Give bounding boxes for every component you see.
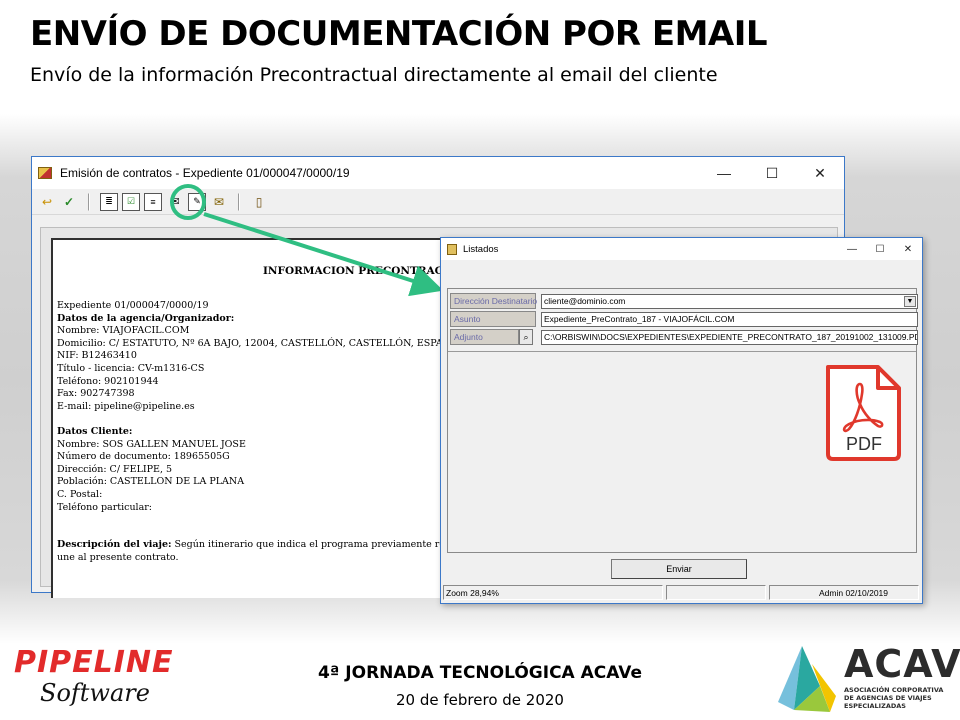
document-line: Nombre: SOS GALLEN MANUEL JOSE <box>57 438 246 450</box>
toolbar-separator <box>88 192 90 211</box>
destinatario-select[interactable]: cliente@dominio.com ▼ <box>541 293 918 309</box>
acave-subtitle: ASOCIACIÓN CORPORATIVA DE AGENCIAS DE VI… <box>844 686 943 710</box>
zoom-status: Zoom 28,94% <box>443 585 663 600</box>
slide-title: ENVÍO DE DOCUMENTACIÓN POR EMAIL <box>30 14 768 54</box>
listados-dialog: Listados — ☐ ✕ Dirección Destinatario cl… <box>440 237 923 604</box>
document-line: Descripción del viaje: Según itinerario … <box>57 539 471 552</box>
document-line: Nombre: VIAJOFACIL.COM <box>57 325 190 337</box>
document-line: Expediente 01/000047/0000/19 <box>57 300 209 311</box>
close-button[interactable]: ✕ <box>796 158 844 188</box>
dialog-minimize-button[interactable]: — <box>838 239 866 259</box>
acave-sub-line: DE AGENCIAS DE VIAJES <box>844 694 932 702</box>
acave-logo: ACAVE ASOCIACIÓN CORPORATIVA DE AGENCIAS… <box>772 640 960 718</box>
chevron-down-icon[interactable]: ▼ <box>904 295 916 307</box>
toolbar: ↩ ✓ ≣ ☑ ≡ ✉ ✎ ✉ ▯ <box>32 189 844 215</box>
descripcion-label: Descripción del viaje: <box>57 539 172 551</box>
document-line: Datos de la agencia/Organizador: <box>57 312 235 324</box>
document-line: C. Postal: <box>57 488 103 500</box>
highlight-circle <box>170 184 206 220</box>
document-line: Domicilio: C/ ESTATUTO, Nº 6A BAJO, 1200… <box>57 337 458 349</box>
destinatario-label: Dirección Destinatario <box>450 293 537 309</box>
pdf-label: PDF <box>846 434 882 454</box>
dialog-form: Dirección Destinatario cliente@dominio.c… <box>447 288 918 553</box>
exit-icon[interactable]: ↩ <box>38 193 56 211</box>
asunto-input[interactable]: Expediente_PreContrato_187 - VIAJOFÁCIL.… <box>541 311 918 327</box>
check-icon[interactable]: ✓ <box>60 193 78 211</box>
document-line <box>57 413 471 426</box>
destinatario-value: cliente@dominio.com <box>544 296 626 306</box>
door-icon[interactable]: ▯ <box>250 193 268 211</box>
document-lines-icon[interactable]: ≡ <box>144 192 162 211</box>
acave-mark-icon <box>778 646 836 712</box>
slide-subtitle: Envío de la información Precontractual d… <box>30 64 718 86</box>
document-page: INFORMACION PRECONTRACTUAL Expediente 01… <box>51 238 471 598</box>
status-empty-1 <box>666 585 766 600</box>
dialog-statusbar: Zoom 28,94% Admin 02/10/2019 <box>443 585 920 601</box>
preview-panel: PDF <box>448 351 916 551</box>
document-line: une al presente contrato. <box>57 551 179 563</box>
dialog-titlebar[interactable]: Listados — ☐ ✕ <box>441 238 922 260</box>
dialog-title: Listados <box>463 243 499 255</box>
user-date-status: Admin 02/10/2019 <box>769 585 919 600</box>
document-line: Número de documento: 18965505G <box>57 451 230 463</box>
maximize-button[interactable]: ☐ <box>748 158 796 188</box>
minimize-button[interactable]: — <box>700 158 748 188</box>
document-line: Teléfono: 902101944 <box>57 375 159 387</box>
asunto-label: Asunto <box>450 311 536 327</box>
window-titlebar[interactable]: Emisión de contratos - Expediente 01/000… <box>32 157 844 189</box>
checklist-icon[interactable]: ☑ <box>122 192 140 211</box>
document-line: Fax: 902747398 <box>57 388 135 400</box>
document-line: Datos Cliente: <box>57 425 133 437</box>
toolbar-separator <box>238 192 240 211</box>
window-title: Emisión de contratos - Expediente 01/000… <box>60 166 350 180</box>
acave-sub-line: ASOCIACIÓN CORPORATIVA <box>844 686 944 694</box>
paperclip-icon[interactable]: ⌕ <box>519 329 533 345</box>
document-line: Título - licencia: CV-m1316-CS <box>57 362 205 374</box>
acave-brand: ACAVE <box>844 642 960 686</box>
adjunto-label: Adjunto <box>450 329 519 345</box>
dialog-maximize-button[interactable]: ☐ <box>866 239 894 259</box>
document-line: Teléfono particular: <box>57 501 152 513</box>
document-line: E-mail: pipeline@pipeline.es <box>57 400 195 412</box>
dialog-close-button[interactable]: ✕ <box>894 239 922 259</box>
send-button[interactable]: Enviar <box>611 559 747 579</box>
adjunto-input[interactable]: C:\ORBISWIN\DOCS\EXPEDIENTES\EXPEDIENTE_… <box>541 329 918 345</box>
document-line: Población: CASTELLON DE LA PLANA <box>57 476 245 488</box>
document-line: Dirección: C/ FELIPE, 5 <box>57 463 173 475</box>
app-icon <box>38 167 52 179</box>
acave-sub-line: ESPECIALIZADAS <box>844 702 906 710</box>
descripcion-text: Según itinerario que indica el programa … <box>171 539 454 551</box>
listados-icon <box>447 243 457 255</box>
email-send-icon[interactable]: ✉ <box>210 193 228 211</box>
pdf-icon: PDF <box>826 365 901 461</box>
document-icon[interactable]: ≣ <box>100 192 118 211</box>
document-line: NIF: B12463410 <box>57 350 137 362</box>
